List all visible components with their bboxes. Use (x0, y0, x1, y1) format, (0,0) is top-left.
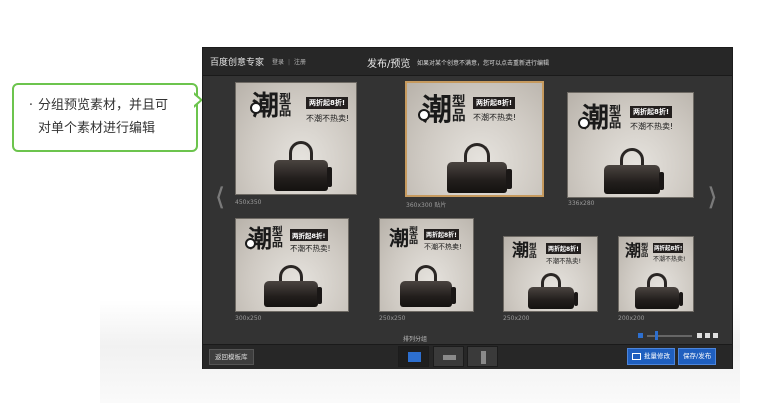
callout-pointer-inner (193, 94, 200, 106)
discount-tag: 两折起8折! (630, 106, 673, 118)
page-title: 发布/预览 (367, 59, 411, 70)
layout-label: 排列分组 (403, 336, 428, 343)
logo-ring-icon (578, 117, 590, 129)
slogan-text: 不潮不热卖! (306, 114, 350, 123)
callout-bullet: · (28, 98, 34, 113)
edit-hint: 如果对某个创意不满意，您可以点击重新进行编辑 (417, 60, 550, 67)
creative-logo: 潮型品 (625, 241, 649, 260)
creative-preview-250x200[interactable]: 潮型品 两折起8折! 不潮不热卖! (503, 236, 598, 312)
bag-image (274, 141, 333, 191)
discount-tag: 两折起8折! (306, 97, 349, 109)
bag-image (604, 148, 665, 194)
page-slider[interactable] (638, 331, 720, 341)
logo-ring-icon (250, 102, 262, 114)
grid-layout-icon (408, 352, 421, 362)
callout-line-2: 对单个素材进行编辑 (38, 121, 156, 136)
page-indicator[interactable] (705, 333, 710, 338)
brand-name: 百度创意专家 (210, 58, 265, 68)
chevron-left-icon[interactable]: ❮ (216, 184, 225, 209)
layout-vertical-button[interactable] (467, 346, 498, 367)
vertical-layout-icon (481, 351, 486, 364)
back-to-templates-button[interactable]: 返回模板库 (209, 349, 254, 365)
creative-preview-360x300[interactable]: 潮型品 两折起8折! 不潮不热卖! (405, 81, 544, 197)
layout-horizontal-button[interactable] (433, 346, 464, 367)
slider-track[interactable] (647, 335, 692, 337)
bag-image (400, 265, 457, 307)
bag-image (264, 265, 323, 307)
slogan-text: 不潮不热卖! (424, 243, 462, 251)
bag-image (528, 273, 578, 309)
size-label: 200x200 (618, 315, 645, 322)
layout-grid-button[interactable] (398, 346, 429, 367)
annotation-callout: · 分组预览素材，并且可 对单个素材进行编辑 (12, 83, 198, 152)
bag-image (635, 273, 683, 309)
slogan-text: 不潮不热卖! (546, 257, 582, 265)
bag-image (447, 143, 512, 193)
creative-logo: 潮型品 (389, 226, 419, 250)
page-indicator[interactable] (697, 333, 702, 338)
slider-handle[interactable] (655, 331, 658, 340)
creative-preview-336x280[interactable]: 潮型品 两折起8折! 不潮不热卖! (567, 92, 694, 198)
size-label: 250x250 (379, 315, 406, 322)
size-label: 250x200 (503, 315, 530, 322)
slogan-text: 不潮不热卖! (653, 256, 686, 263)
logo-ring-icon (418, 109, 430, 121)
discount-tag: 两折起8折! (290, 229, 328, 241)
top-bar: 百度创意专家 登录 | 注册 发布/预览 如果对某个创意不满意，您可以点击重新进行编… (203, 48, 732, 76)
size-label: 300x250 (235, 315, 262, 322)
slogan-text: 不潮不热卖! (630, 122, 674, 131)
chevron-right-icon[interactable]: ❯ (708, 184, 717, 209)
slogan-text: 不潮不热卖! (473, 113, 517, 122)
discount-tag: 两折起8折! (653, 243, 684, 253)
size-label: 360x300 贴片 (406, 202, 447, 209)
auth-divider: | (288, 59, 291, 66)
page-indicator[interactable] (713, 333, 718, 338)
discount-tag: 两折起8折! (546, 243, 581, 254)
bottom-toolbar: 返回模板库 排列分组 批量修改 保存/发布 (203, 336, 732, 369)
creative-preview-250x250[interactable]: 潮型品 两折起8折! 不潮不热卖! (379, 218, 474, 312)
creative-preview-300x250[interactable]: 潮型品 两折起8折! 不潮不热卖! (235, 218, 349, 312)
page-indicator-current[interactable] (638, 333, 643, 338)
batch-edit-button[interactable]: 批量修改 (627, 348, 675, 365)
register-link[interactable]: 注册 (294, 59, 306, 66)
login-link[interactable]: 登录 (272, 59, 284, 66)
size-label: 450x350 (235, 199, 262, 206)
size-label: 336x280 (568, 200, 595, 207)
auth-links: 登录 | 注册 (272, 57, 306, 66)
horizontal-layout-icon (443, 355, 456, 360)
callout-line-1: 分组预览素材，并且可 (38, 98, 169, 113)
slogan-text: 不潮不热卖! (290, 244, 331, 253)
callout-text: · 分组预览素材，并且可 对单个素材进行编辑 (24, 94, 194, 140)
discount-tag: 两折起8折! (473, 97, 516, 109)
creative-preview-200x200[interactable]: 潮型品 两折起8折! 不潮不热卖! (618, 236, 694, 312)
batch-edit-icon (632, 352, 641, 360)
save-publish-button[interactable]: 保存/发布 (678, 348, 717, 365)
app-window: 百度创意专家 登录 | 注册 发布/预览 如果对某个创意不满意，您可以点击重新进行编… (202, 47, 733, 369)
creative-preview-450x350[interactable]: 潮型品 两折起8折! 不潮不热卖! (235, 82, 357, 195)
discount-tag: 两折起8折! (424, 229, 459, 240)
logo-ring-icon (245, 238, 256, 249)
creative-logo: 潮型品 (512, 241, 537, 261)
